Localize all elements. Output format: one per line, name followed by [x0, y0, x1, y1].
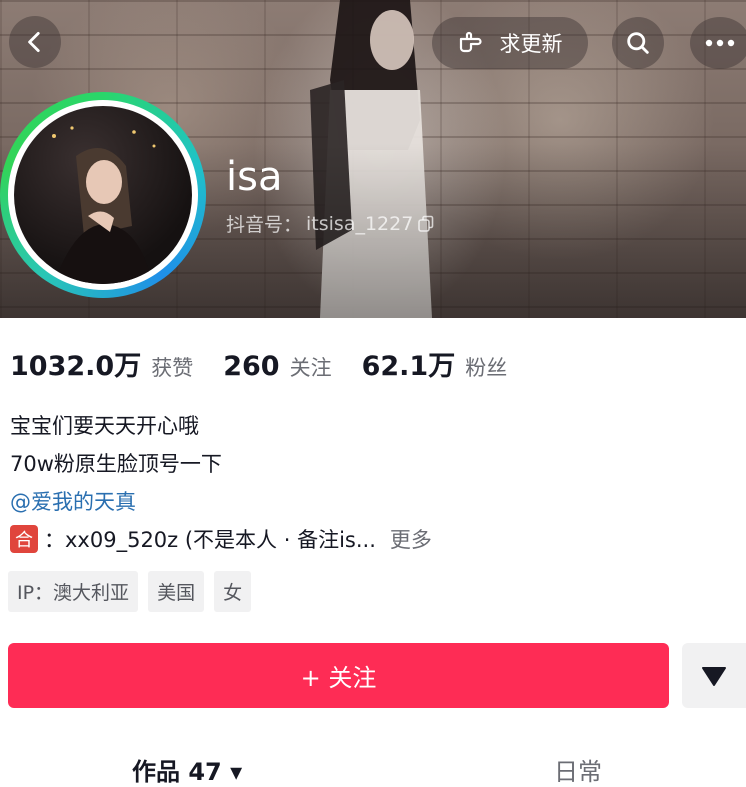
douyin-id: itsisa_1227 [306, 212, 414, 235]
copy-icon[interactable] [417, 215, 435, 233]
contact-icon: 合 [10, 525, 38, 553]
more-icon [705, 39, 735, 47]
follow-label: + 关注 [300, 664, 377, 692]
avatar-photo [52, 126, 156, 284]
bio-more-link[interactable]: 更多 [390, 524, 432, 554]
likes-count[interactable]: 1032.0万 [10, 344, 141, 383]
avatar [14, 106, 192, 284]
bio-line: 70w粉原生脸顶号一下 [10, 452, 222, 476]
request-update-label: 求更新 [499, 32, 563, 56]
avatar-ring[interactable] [0, 92, 206, 298]
triangle-down-icon [702, 666, 726, 686]
back-icon [28, 31, 40, 53]
follow-button[interactable]: + 关注 [8, 643, 669, 708]
douyin-id-label: 抖音号： [226, 214, 303, 236]
tag-region: 美国 [148, 571, 205, 612]
likes-label: 获赞 [151, 356, 194, 380]
more-button[interactable] [690, 17, 746, 69]
following-label: 关注 [289, 356, 332, 380]
back-button[interactable] [9, 16, 61, 68]
search-icon [627, 32, 649, 54]
followers-label: 粉丝 [465, 356, 508, 380]
followers-count[interactable]: 62.1万 [362, 344, 456, 383]
following-count[interactable]: 260 [223, 351, 279, 382]
profile-tags: IP：澳大利亚 美国 女 [8, 571, 252, 612]
tab-daily[interactable]: 日常 [554, 752, 602, 787]
avatar-border [8, 100, 198, 290]
contact-text: ：xx09_520z (不是本人 · 备注is... [44, 528, 376, 552]
tag-gender: 女 [214, 571, 252, 612]
tab-works[interactable]: 作品 47 ▾ [132, 752, 242, 787]
contact-row: 合 ：xx09_520z (不是本人 · 备注is... 更多 [10, 524, 432, 554]
search-button[interactable] [612, 17, 664, 69]
bio-line: 宝宝们要天天开心哦 [10, 414, 199, 438]
username: isa [226, 154, 283, 200]
douyin-id-row: 抖音号： itsisa_1227 [226, 210, 435, 237]
bio-mention-link[interactable]: @爱我的天真 [10, 486, 136, 516]
recommend-dropdown-button[interactable] [682, 643, 746, 708]
request-update-button[interactable]: 求更新 [432, 17, 588, 69]
profile-header: 求更新 isa 抖音号： itsisa_1227 [0, 0, 746, 318]
hand-pointer-icon [459, 31, 482, 53]
tag-ip-location: IP：澳大利亚 [8, 571, 139, 612]
profile-stats: 1032.0万 获赞 260 关注 62.1万 粉丝 [10, 344, 537, 383]
